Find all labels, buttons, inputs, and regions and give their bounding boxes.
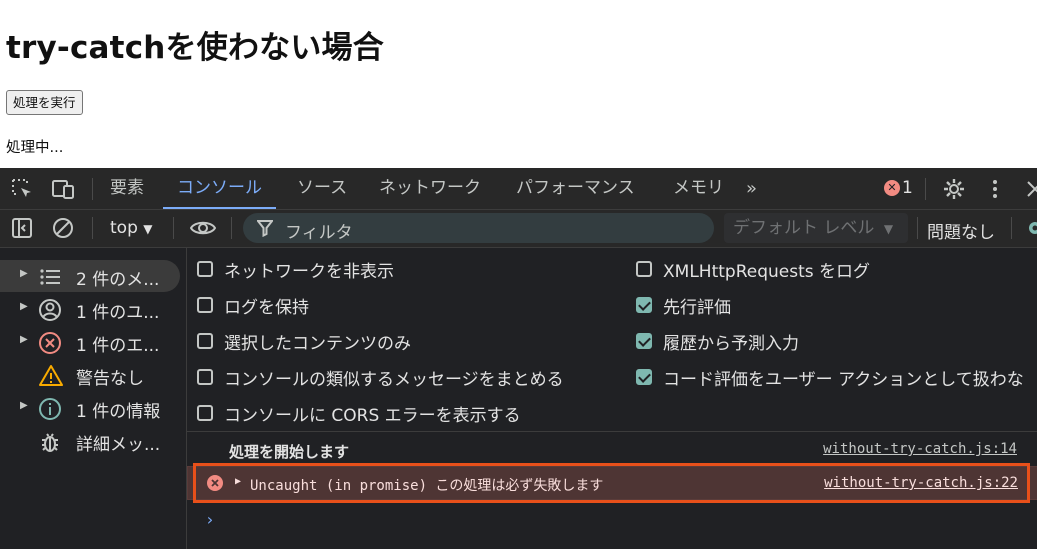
clear-console-icon[interactable]: [52, 217, 74, 239]
devtools-panel: 要素 コンソール ソース ネットワーク パフォーマンス メモリ » ✕ 1 top…: [0, 168, 1037, 549]
issues-counter[interactable]: 問題なし: [927, 218, 995, 243]
sidebar-item-warnings[interactable]: 警告なし: [0, 359, 186, 391]
checkbox[interactable]: [197, 369, 213, 385]
checkbox-checked[interactable]: [636, 297, 652, 313]
sidebar-item-info[interactable]: ▶ 1 件の情報: [0, 392, 186, 424]
message-source-link[interactable]: without-try-catch.js:14: [823, 441, 1017, 457]
filter-input[interactable]: フィルタ: [243, 213, 714, 243]
setting-label: 選択したコンテンツのみ: [224, 334, 411, 354]
expand-arrow-icon: ▶: [20, 400, 28, 411]
message-source-link[interactable]: without-try-catch.js:22: [824, 475, 1018, 491]
more-tabs-icon[interactable]: »: [746, 168, 757, 209]
checkbox[interactable]: [636, 261, 652, 277]
divider: [92, 178, 93, 200]
tab-memory[interactable]: メモリ: [673, 168, 724, 209]
context-selector[interactable]: top ▼: [110, 218, 153, 238]
page-title: try-catchを使わない場合: [6, 30, 384, 66]
divider: [173, 217, 174, 239]
expand-arrow-icon: ▶: [20, 301, 28, 312]
filter-placeholder: フィルタ: [285, 223, 353, 243]
run-process-button[interactable]: 処理を実行: [6, 90, 83, 115]
info-icon: [38, 397, 62, 421]
setting-label: ログを保持: [224, 298, 309, 318]
filter-icon: [255, 219, 275, 241]
chevron-down-icon: ▼: [143, 222, 153, 236]
console-sidebar: ▶ 2 件のメ... ▶ 1 件のユ... ▶ 1 件のエ... 警告なし ▶ …: [0, 248, 187, 549]
checkbox[interactable]: [197, 405, 213, 421]
error-icon: [207, 475, 223, 495]
log-levels-dropdown[interactable]: デフォルト レベル ▼: [724, 213, 908, 243]
expand-arrow-icon: ▶: [20, 334, 28, 345]
sidebar-item-label: 警告なし: [76, 369, 144, 389]
setting-label: コンソールに CORS エラーを表示する: [224, 406, 521, 426]
list-icon: [38, 265, 62, 289]
expand-triangle-icon[interactable]: ▶: [235, 476, 241, 487]
expand-arrow-icon: ▶: [20, 268, 28, 279]
sidebar-item-user-messages[interactable]: ▶ 1 件のユ...: [0, 293, 186, 325]
setting-label: 先行評価: [663, 298, 731, 318]
sidebar-item-label: 1 件の情報: [76, 402, 161, 422]
checkbox[interactable]: [197, 261, 213, 277]
message-text: 処理を開始します: [229, 443, 350, 461]
checkbox[interactable]: [197, 333, 213, 349]
error-count-badge[interactable]: ✕ 1: [884, 178, 913, 200]
console-message-error[interactable]: ▶ Uncaught (in promise) この処理は必ず失敗します wit…: [187, 466, 1037, 500]
context-label: top: [110, 218, 138, 238]
sidebar-item-messages[interactable]: ▶ 2 件のメ...: [0, 260, 180, 292]
checkbox-checked[interactable]: [636, 333, 652, 349]
settings-gear-icon[interactable]: [943, 178, 965, 200]
sidebar-item-errors[interactable]: ▶ 1 件のエ...: [0, 326, 186, 358]
setting-label: コード評価をユーザー アクションとして扱わな: [663, 370, 1024, 390]
error-icon: ✕: [884, 180, 900, 196]
devtools-tabbar: 要素 コンソール ソース ネットワーク パフォーマンス メモリ » ✕ 1: [0, 168, 1037, 210]
tab-sources[interactable]: ソース: [297, 168, 347, 209]
page-area: try-catchを使わない場合 処理を実行 処理中...: [0, 0, 1037, 168]
divider: [925, 178, 926, 200]
user-icon: [38, 298, 62, 322]
tab-elements[interactable]: 要素: [110, 168, 144, 209]
close-devtools-icon[interactable]: [1024, 178, 1037, 200]
setting-label: コンソールの類似するメッセージをまとめる: [224, 370, 564, 390]
bug-icon: [38, 430, 62, 454]
tab-network[interactable]: ネットワーク: [379, 168, 481, 209]
status-text: 処理中...: [6, 140, 64, 156]
setting-label: 履歴から予測入力: [663, 334, 799, 354]
sidebar-item-label: 1 件のエ...: [76, 336, 160, 356]
sidebar-item-label: 1 件のユ...: [76, 303, 160, 323]
setting-label: XMLHttpRequests をログ: [663, 262, 871, 282]
console-settings-panel: ネットワークを非表示 ログを保持 選択したコンテンツのみ コンソールの類似するメ…: [187, 248, 1037, 432]
more-options-icon[interactable]: [984, 178, 1006, 200]
console-settings-gear-icon[interactable]: [1024, 217, 1037, 239]
divider: [231, 217, 232, 239]
console-message-log[interactable]: 処理を開始します without-try-catch.js:14: [187, 433, 1037, 465]
live-expression-eye-icon[interactable]: [189, 217, 217, 239]
console-prompt-icon[interactable]: ›: [205, 510, 215, 529]
checkbox[interactable]: [197, 297, 213, 313]
message-text: Uncaught (in promise) この処理は必ず失敗します: [250, 478, 604, 494]
divider: [917, 217, 918, 239]
error-count: 1: [902, 178, 913, 198]
inspect-element-icon[interactable]: [11, 178, 33, 200]
error-icon: [38, 331, 62, 355]
console-output: 処理を開始します without-try-catch.js:14 ▶ Uncau…: [187, 432, 1037, 549]
sidebar-item-verbose[interactable]: 詳細メッ...: [0, 425, 186, 457]
chevron-down-icon: ▼: [883, 222, 894, 236]
sidebar-item-label: 詳細メッ...: [76, 435, 161, 455]
setting-label: ネットワークを非表示: [224, 262, 394, 282]
divider: [92, 217, 93, 239]
log-levels-label: デフォルト レベル: [733, 218, 875, 238]
warning-icon: [38, 364, 63, 388]
sidebar-item-label: 2 件のメ...: [76, 270, 160, 290]
tab-performance[interactable]: パフォーマンス: [516, 168, 635, 209]
console-toolbar: top ▼ フィルタ デフォルト レベル ▼ 問題なし: [0, 210, 1037, 248]
sidebar-toggle-icon[interactable]: [11, 217, 33, 239]
tab-console[interactable]: コンソール: [163, 168, 276, 209]
divider: [1011, 217, 1012, 239]
checkbox-checked[interactable]: [636, 369, 652, 385]
device-toggle-icon[interactable]: [52, 178, 74, 200]
